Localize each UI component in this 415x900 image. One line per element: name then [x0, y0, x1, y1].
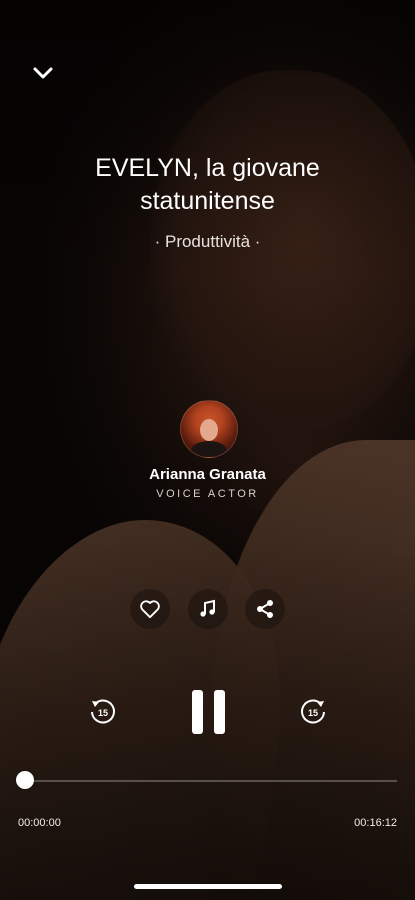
- forward-15-icon[interactable]: 15: [298, 697, 328, 727]
- pause-button[interactable]: [188, 690, 228, 734]
- collapse-button[interactable]: [28, 58, 58, 88]
- svg-text:15: 15: [98, 708, 108, 718]
- rewind-15-icon[interactable]: 15: [88, 697, 118, 727]
- pause-icon-bar: [213, 690, 225, 734]
- narrator-avatar[interactable]: [180, 400, 238, 458]
- progress-slider[interactable]: [16, 771, 397, 789]
- narrator-role: VOICE ACTOR: [156, 488, 259, 500]
- episode-category: · Produttività ·: [154, 232, 261, 251]
- current-time: 00:00:00: [18, 817, 61, 829]
- share-icon: [257, 600, 273, 618]
- player-screen: EVELYN, la giovane statunitense · Produt…: [0, 0, 415, 900]
- home-indicator[interactable]: [134, 884, 282, 889]
- share-button[interactable]: [245, 589, 285, 629]
- total-time: 00:16:12: [354, 817, 397, 829]
- svg-text:15: 15: [308, 708, 318, 718]
- music-note-icon: [200, 599, 215, 617]
- like-button[interactable]: [130, 589, 170, 629]
- narrator-name[interactable]: Arianna Granata: [0, 466, 415, 483]
- progress-thumb[interactable]: [16, 771, 34, 789]
- pause-icon-bar: [191, 690, 203, 734]
- heart-icon: [140, 600, 160, 619]
- chevron-down-icon: [33, 67, 53, 79]
- music-button[interactable]: [188, 589, 228, 629]
- episode-title: EVELYN, la giovane statunitense: [95, 154, 320, 215]
- background-portrait-neck: [220, 390, 370, 530]
- background-portrait-blazer-right: [210, 440, 415, 900]
- background-portrait-blazer-left: [0, 520, 310, 900]
